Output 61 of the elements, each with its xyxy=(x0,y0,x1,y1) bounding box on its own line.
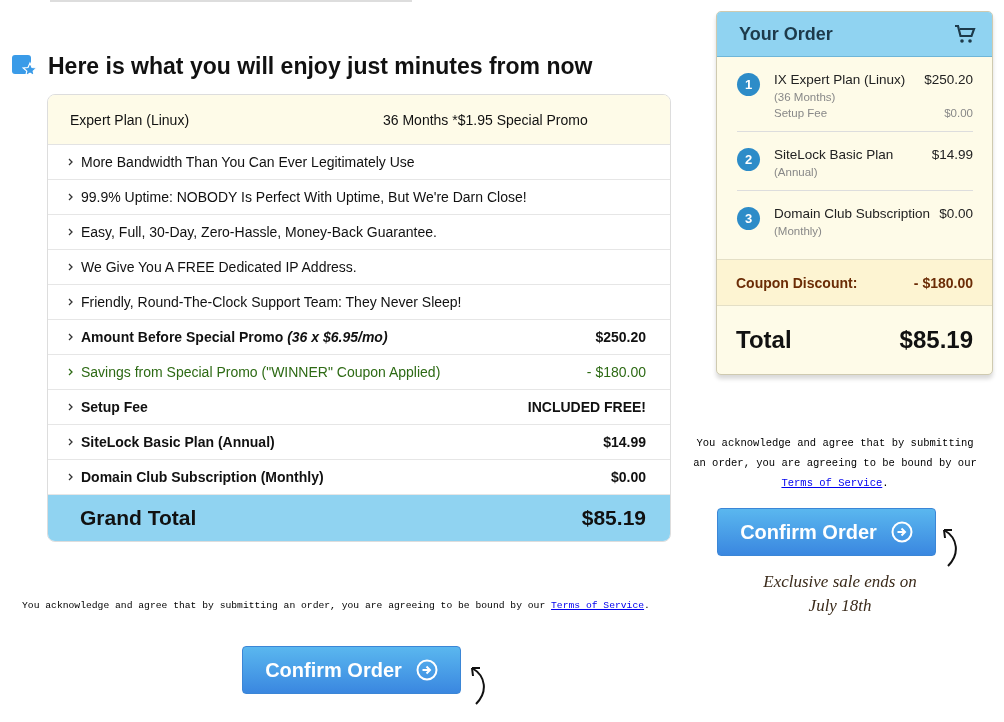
item-detail-price: $0.00 xyxy=(944,107,973,119)
item-name: Domain Club Subscription xyxy=(774,206,931,221)
terms-notice: You acknowledge and agree that by submitting an order, you are agreeing to be bound by our Terms of Service. xyxy=(22,600,651,611)
item-detail: (Annual) xyxy=(774,166,818,178)
row-label: Setup Fee xyxy=(81,399,149,415)
row-value: $14.99 xyxy=(603,434,646,450)
row-label: Savings from Special Promo ("WINNER" Coupon Applied) xyxy=(81,364,442,380)
chevron-icon xyxy=(68,403,73,411)
total-value: $85.19 xyxy=(899,326,973,354)
row-label: Friendly, Round-The-Clock Support Team: They Never Sleep! xyxy=(81,294,463,310)
row-value: $0.00 xyxy=(610,469,646,485)
terms-link[interactable]: Terms of Service xyxy=(781,477,883,489)
sale-note: Exclusive sale ends on xyxy=(763,571,917,593)
row-label: 99.9% Uptime: NOBODY Is Perfect With Uptime, But We're Darn Close! xyxy=(81,189,528,205)
chevron-icon xyxy=(68,473,73,481)
row-value: INCLUDED FREE! xyxy=(527,399,646,415)
chevron-icon xyxy=(68,193,73,201)
sale-note: July 18th xyxy=(808,595,872,617)
row-label: We Give You A FREE Dedicated IP Address. xyxy=(81,259,358,275)
chevron-icon xyxy=(68,298,73,306)
item-name: SiteLock Basic Plan xyxy=(774,147,894,162)
row-label: SiteLock Basic Plan (Annual) xyxy=(81,434,276,450)
terms-link[interactable]: Terms of Service xyxy=(551,600,645,611)
step-number: 3 xyxy=(737,207,760,230)
row-value: - $180.00 xyxy=(586,364,646,380)
grand-total-value: $85.19 xyxy=(581,506,646,530)
terms-notice: You acknowledge and agree that by submitting an order, you are agreeing to be bound by our Terms of Service. xyxy=(692,436,978,491)
coupon-label: Coupon Discount: xyxy=(736,274,858,291)
row-label: Amount Before Special Promo (36 x $6.95/mo) xyxy=(81,329,389,345)
order-title: Your Order xyxy=(739,23,833,45)
step-number: 2 xyxy=(737,148,760,171)
row-label: Easy, Full, 30-Day, Zero-Hassle, Money-Back Guarantee. xyxy=(81,224,438,240)
chevron-icon xyxy=(68,333,73,341)
arrow-right-icon xyxy=(415,659,438,681)
plan-name: Expert Plan (Linux) xyxy=(70,111,191,128)
section-heading: Here is what you will enjoy just minutes from now xyxy=(48,52,593,80)
item-detail: (Monthly) xyxy=(774,225,822,237)
curved-arrow-icon xyxy=(942,528,958,568)
chevron-icon xyxy=(68,158,73,166)
step-number: 1 xyxy=(737,73,760,96)
item-name: IX Expert Plan (Linux) xyxy=(774,72,906,87)
cart-icon xyxy=(954,24,976,44)
star-badge-icon xyxy=(12,54,38,78)
plan-term: 36 Months *$1.95 Special Promo xyxy=(383,111,588,128)
row-label: More Bandwidth Than You Can Ever Legitimately Use xyxy=(81,154,416,170)
row-value: $250.20 xyxy=(595,329,646,345)
item-detail: (36 Months) xyxy=(774,91,836,103)
item-detail: Setup Fee xyxy=(774,107,828,119)
item-price: $14.99 xyxy=(931,147,973,162)
chevron-icon xyxy=(68,263,73,271)
total-label: Total xyxy=(736,326,792,354)
item-price: $250.20 xyxy=(924,72,973,87)
chevron-icon xyxy=(68,228,73,236)
item-price: $0.00 xyxy=(939,206,973,221)
curved-arrow-icon xyxy=(470,666,486,706)
coupon-value: - $180.00 xyxy=(913,274,973,291)
chevron-icon xyxy=(68,438,73,446)
grand-total-label: Grand Total xyxy=(80,506,197,530)
row-label: Domain Club Subscription (Monthly) xyxy=(81,469,325,485)
chevron-icon xyxy=(68,368,73,376)
arrow-right-icon xyxy=(890,521,913,543)
